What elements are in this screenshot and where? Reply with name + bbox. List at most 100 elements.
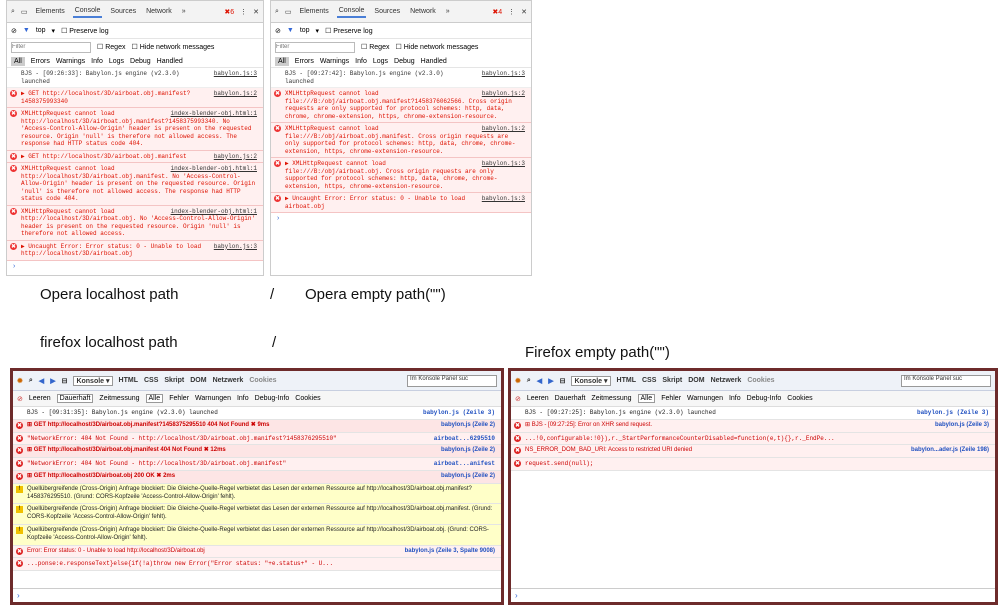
preserve-log-checkbox[interactable]: ☐ Preserve log [325,27,373,35]
source-link[interactable]: babylon.js (Zeile 3) [917,409,989,417]
filter-info[interactable]: Info [729,395,741,402]
filter-alle[interactable]: Alle [637,394,656,403]
source-link[interactable]: babylon.js (Zeile 2) [441,422,495,430]
preserve-log-checkbox[interactable]: ☐ Preserve log [61,27,109,35]
source-link[interactable]: babylon.js:3 [482,160,525,168]
filter-icon[interactable]: ▼ [287,27,294,34]
filter-zeitmessung[interactable]: Zeitmessung [99,395,139,402]
level-info[interactable]: Info [355,58,367,65]
source-link[interactable]: babylon.js:3 [482,195,525,203]
tab-console[interactable]: Console [72,5,103,18]
more-tabs-button[interactable]: » [180,6,188,17]
level-logs[interactable]: Logs [109,58,124,65]
source-link[interactable]: babylon.js:2 [482,125,525,133]
filter-fehler[interactable]: Fehler [661,395,681,402]
filter-debug-info[interactable]: Debug-Info [747,395,782,402]
level-debug[interactable]: Debug [130,58,151,65]
frame-select[interactable]: top [36,27,46,34]
firebug-icon[interactable]: ✹ [17,377,23,385]
regex-checkbox[interactable]: ☐ Regex [97,43,125,51]
tab-konsole[interactable]: Konsole ▾ [571,375,611,386]
menu-icon[interactable]: ⋮ [240,8,247,16]
filter-input[interactable] [275,41,355,53]
inspect-icon[interactable]: ⌕ [29,377,33,385]
back-icon[interactable]: ◀ [39,377,44,385]
tab-konsole[interactable]: Konsole ▾ [73,375,113,386]
level-all[interactable]: All [275,56,289,66]
level-warnings[interactable]: Warnings [56,58,85,65]
tab-dom[interactable]: DOM [688,377,704,384]
tab-css[interactable]: CSS [144,377,158,384]
device-icon[interactable]: ▭ [285,8,292,16]
tab-elements[interactable]: Elements [34,6,67,17]
filter-dauerhaft[interactable]: Dauerhaft [555,395,586,402]
hide-network-checkbox[interactable]: ☐ Hide network messages [395,43,478,51]
command-line-icon[interactable]: ⊟ [560,377,566,385]
console-prompt[interactable]: › [7,261,263,272]
filter-debug-info[interactable]: Debug-Info [255,395,290,402]
clear-icon[interactable]: ⊘ [515,395,521,403]
filter-warnungen[interactable]: Warnungen [195,395,231,402]
source-link[interactable]: babylon...ader.js (Zeile 198) [911,447,989,455]
search-input[interactable]: Im Konsole Panel suc [407,374,497,387]
filter-icon[interactable]: ▼ [23,27,30,34]
firebug-icon[interactable]: ✹ [515,377,521,385]
inspect-icon[interactable]: ⌕ [275,8,279,16]
filter-info[interactable]: Info [237,395,249,402]
level-all[interactable]: All [11,56,25,66]
source-link[interactable]: airboat...6295510 [434,435,495,443]
source-link[interactable]: babylon.js:3 [214,70,257,78]
tab-skript[interactable]: Skript [164,377,184,384]
inspect-icon[interactable]: ⌕ [11,8,15,16]
tab-html[interactable]: HTML [119,377,138,384]
more-tabs-button[interactable]: » [444,6,452,17]
clear-icon[interactable]: ⊘ [17,395,23,403]
filter-zeitmessung[interactable]: Zeitmessung [591,395,631,402]
tab-html[interactable]: HTML [617,377,636,384]
command-line[interactable]: › [13,588,501,602]
level-errors[interactable]: Errors [295,58,314,65]
regex-checkbox[interactable]: ☐ Regex [361,43,389,51]
tab-netzwerk[interactable]: Netzwerk [711,377,742,384]
clear-icon[interactable]: ⊘ [275,27,281,35]
source-link[interactable]: babylon.js:2 [214,153,257,161]
forward-icon[interactable]: ▶ [50,377,55,385]
source-link[interactable]: babylon.js:2 [482,90,525,98]
source-link[interactable]: index-blender-obj.html:1 [171,165,257,173]
inspect-icon[interactable]: ⌕ [527,377,531,385]
level-handled[interactable]: Handled [421,58,447,65]
filter-warnungen[interactable]: Warnungen [687,395,723,402]
console-prompt[interactable]: › [271,213,531,224]
tab-skript[interactable]: Skript [662,377,682,384]
source-link[interactable]: index-blender-obj.html:1 [171,208,257,216]
tab-console[interactable]: Console [336,5,367,18]
tab-netzwerk[interactable]: Netzwerk [213,377,244,384]
filter-input[interactable] [11,41,91,53]
tab-cookies[interactable]: Cookies [249,377,276,384]
filter-alle[interactable]: Alle [145,394,164,403]
source-link[interactable]: babylon.js:3 [482,70,525,78]
tab-sources[interactable]: Sources [108,6,138,17]
menu-icon[interactable]: ⋮ [508,8,515,16]
level-handled[interactable]: Handled [157,58,183,65]
device-icon[interactable]: ▭ [21,8,28,16]
source-link[interactable]: babylon.js (Zeile 3) [935,422,989,430]
command-line-icon[interactable]: ⊟ [62,377,68,385]
level-info[interactable]: Info [91,58,103,65]
chevron-down-icon[interactable]: ▾ [316,27,320,35]
tab-dom[interactable]: DOM [190,377,206,384]
source-link[interactable]: babylon.js:3 [214,243,257,251]
level-warnings[interactable]: Warnings [320,58,349,65]
tab-cookies[interactable]: Cookies [747,377,774,384]
level-debug[interactable]: Debug [394,58,415,65]
level-logs[interactable]: Logs [373,58,388,65]
close-icon[interactable]: ✕ [521,8,527,16]
forward-icon[interactable]: ▶ [548,377,553,385]
source-link[interactable]: babylon.js (Zeile 2) [441,447,495,455]
filter-cookies[interactable]: Cookies [295,395,320,402]
filter-fehler[interactable]: Fehler [169,395,189,402]
tab-sources[interactable]: Sources [372,6,402,17]
filter-dauerhaft[interactable]: Dauerhaft [56,394,94,403]
tab-network[interactable]: Network [408,6,438,17]
command-line[interactable]: › [511,588,995,602]
